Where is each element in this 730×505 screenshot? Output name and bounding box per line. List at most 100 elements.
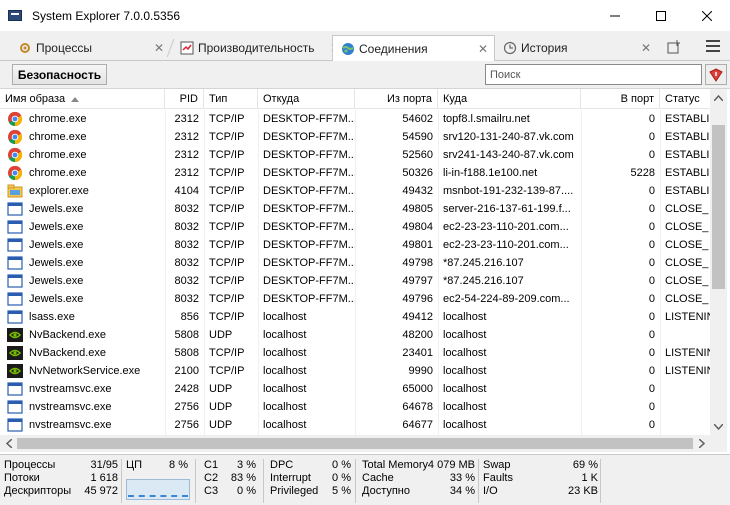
col-header-from-port[interactable]: Из порта	[355, 89, 438, 109]
col-header-to-port[interactable]: В порт	[581, 89, 660, 109]
tab-close-icon[interactable]: ✕	[478, 42, 488, 56]
tab-connections[interactable]: Соединения ✕	[332, 35, 495, 62]
status-value: 0 %	[332, 472, 351, 484]
vertical-scroll-thumb[interactable]	[712, 125, 725, 289]
table-row[interactable]: chrome.exe 2312 TCP/IP DESKTOP-FF7M... 50326…	[0, 164, 710, 182]
table-row[interactable]: Jewels.exe 8032 TCP/IP DESKTOP-FF7M... 49801…	[0, 236, 710, 254]
table-row[interactable]: lsass.exe 856 TCP/IP localhost 49412 localhos…	[0, 308, 710, 326]
processes-icon	[20, 43, 30, 53]
cell-name: Jewels.exe	[29, 293, 84, 305]
cell-type: TCP/IP	[209, 203, 245, 215]
table-row[interactable]: explorer.exe 4104 TCP/IP DESKTOP-FF7M... 494…	[0, 182, 710, 200]
horizontal-scroll-thumb[interactable]	[17, 438, 693, 449]
table-row[interactable]: chrome.exe 2312 TCP/IP DESKTOP-FF7M... 52560…	[0, 146, 710, 164]
cell-status	[660, 326, 710, 344]
cell-to: ec2-23-23-110-201.com...	[443, 221, 569, 233]
minimize-button[interactable]	[592, 0, 638, 31]
table-row[interactable]: Jewels.exe 8032 TCP/IP DESKTOP-FF7M... 49797…	[0, 272, 710, 290]
status-label: Swap	[483, 459, 511, 471]
add-tab-icon[interactable]	[666, 39, 682, 55]
table-row[interactable]: Jewels.exe 8032 TCP/IP DESKTOP-FF7M... 49804…	[0, 218, 710, 236]
cell-status	[660, 416, 710, 434]
menu-icon[interactable]	[706, 40, 720, 52]
maximize-button[interactable]	[638, 0, 684, 31]
cell-from: DESKTOP-FF7M...	[263, 257, 355, 269]
cell-to: srv120-131-240-87.vk.com	[443, 131, 574, 143]
cell-name: explorer.exe	[29, 185, 89, 197]
table-row[interactable]: nvstreamsvc.exe 2756 UDP localhost 64677 loca…	[0, 416, 710, 434]
scroll-up-icon[interactable]	[710, 89, 727, 106]
cell-from-port: 64678	[402, 401, 433, 413]
tab-processes[interactable]: Процессы ✕	[4, 35, 170, 61]
status-value: 1 K	[581, 472, 598, 484]
cell-pid: 5808	[174, 347, 199, 359]
security-check-button[interactable]	[705, 64, 727, 85]
table-row[interactable]: Jewels.exe 8032 TCP/IP DESKTOP-FF7M... 49798…	[0, 254, 710, 272]
performance-icon	[180, 41, 194, 55]
scroll-left-icon[interactable]	[0, 435, 17, 452]
cell-type: TCP/IP	[209, 311, 245, 323]
vertical-scrollbar[interactable]	[710, 89, 727, 435]
table-row[interactable]: NvNetworkService.exe 2100 TCP/IP localhost 9…	[0, 362, 710, 380]
col-header-from[interactable]: Откуда	[258, 89, 355, 109]
cell-name: nvstreamsvc.exe	[29, 383, 112, 395]
connections-table: Имя образа PID Тип Откуда Из порта Куда …	[0, 89, 730, 435]
tab-history[interactable]: История ✕	[497, 35, 657, 61]
table-row[interactable]: Jewels.exe 8032 TCP/IP DESKTOP-FF7M... 49796…	[0, 290, 710, 308]
col-header-type[interactable]: Тип	[204, 89, 258, 109]
cell-name: Jewels.exe	[29, 203, 84, 215]
table-row[interactable]: Jewels.exe 8032 TCP/IP DESKTOP-FF7M... 49805…	[0, 200, 710, 218]
col-header-to[interactable]: Куда	[438, 89, 581, 109]
cell-name: NvNetworkService.exe	[29, 365, 141, 377]
cell-status	[660, 398, 710, 416]
cell-type: TCP/IP	[209, 347, 245, 359]
status-value: 5 %	[332, 485, 351, 497]
cell-from: localhost	[263, 329, 307, 341]
table-row[interactable]: NvBackend.exe 5808 TCP/IP localhost 23401 loc…	[0, 344, 710, 362]
minimize-icon	[610, 15, 620, 16]
cell-to-port: 0	[648, 365, 655, 377]
cell-from-port: 64677	[402, 419, 433, 431]
scroll-down-icon[interactable]	[710, 418, 727, 435]
search-input[interactable]	[485, 64, 702, 85]
cell-to: ec2-23-23-110-201.com...	[443, 239, 569, 251]
col-header-status[interactable]: Статус	[660, 89, 710, 109]
cell-type: TCP/IP	[209, 365, 245, 377]
tab-performance[interactable]: Производительность ✕	[172, 35, 340, 61]
table-row[interactable]: nvstreamsvc.exe 2428 UDP localhost 65000 loca…	[0, 380, 710, 398]
cpu-usage-graph	[126, 479, 190, 500]
cell-pid: 2312	[174, 167, 199, 179]
scroll-right-icon[interactable]	[693, 435, 710, 452]
status-bar: Процессы 31/95 Потоки 1 618 Дескрипторы 45 …	[0, 454, 730, 505]
cell-to: localhost	[443, 347, 487, 359]
cell-from-port: 65000	[402, 383, 433, 395]
tab-label: История	[521, 41, 568, 55]
cell-name: nvstreamsvc.exe	[29, 419, 112, 431]
table-row[interactable]: chrome.exe 2312 TCP/IP DESKTOP-FF7M... 54590…	[0, 128, 710, 146]
status-group-interrupts: DPC 0 % Interrupt 0 % Privileged 5 %	[270, 459, 356, 503]
cell-pid: 5808	[174, 329, 199, 341]
status-value: 0 %	[237, 485, 256, 497]
tab-close-icon[interactable]: ✕	[154, 41, 164, 55]
col-header-pid[interactable]: PID	[165, 89, 204, 109]
horizontal-scrollbar[interactable]	[0, 435, 710, 452]
cell-to: localhost	[443, 329, 487, 341]
cell-to-port: 0	[648, 401, 655, 413]
close-button[interactable]	[684, 0, 730, 31]
cell-from-port: 52560	[402, 149, 433, 161]
cell-status: CLOSE_	[665, 221, 709, 233]
tab-close-icon[interactable]: ✕	[641, 41, 651, 55]
table-row[interactable]: NvBackend.exe 5808 UDP localhost 48200 localh…	[0, 326, 710, 344]
status-value: 4 079 MB	[427, 459, 475, 471]
security-button[interactable]: Безопасность	[12, 64, 107, 85]
status-label: Процессы	[4, 459, 56, 471]
table-row[interactable]: nvstreamsvc.exe 2756 UDP localhost 64678 loca…	[0, 398, 710, 416]
cell-from: DESKTOP-FF7M...	[263, 131, 355, 143]
cell-name: Jewels.exe	[29, 275, 84, 287]
cell-from-port: 54590	[402, 131, 433, 143]
col-header-name[interactable]: Имя образа	[0, 89, 165, 109]
cell-from: DESKTOP-FF7M...	[263, 185, 355, 197]
table-row[interactable]: chrome.exe 2312 TCP/IP DESKTOP-FF7M... 54602…	[0, 110, 710, 128]
cell-name: chrome.exe	[29, 149, 87, 161]
cell-to: localhost	[443, 365, 487, 377]
